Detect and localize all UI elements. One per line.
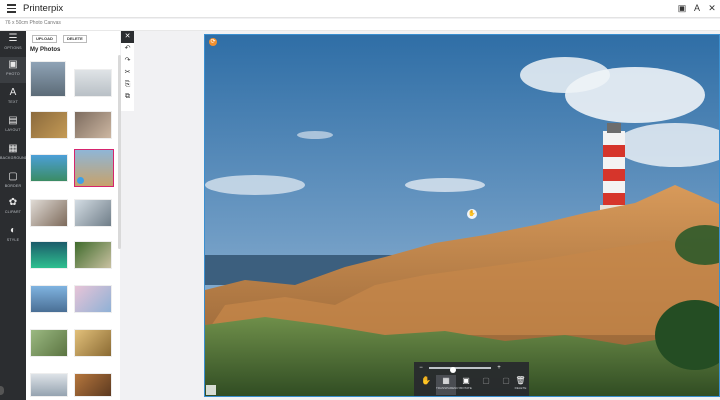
options-icon: ☰ [8,33,18,44]
toolbar-item-label: Rotate [460,386,472,390]
product-bar: 76 x 50cm Photo Canvas [0,19,720,31]
rail-item-backgrounds[interactable]: ▦ Backgrounds [0,141,31,167]
copy-icon[interactable]: ⎘ [121,79,134,91]
photo-thumbnail[interactable] [30,111,68,139]
photo-thumbnail[interactable] [30,329,68,357]
image-icon[interactable]: ▣ [677,3,687,14]
style-icon: ◐ [9,225,17,236]
upload-button[interactable]: UPLOAD [32,35,57,43]
rail-item-label: Layout [5,128,21,132]
photo-canvas[interactable]: ⟳ ✋ [204,34,720,397]
rail-item-label: Options [4,46,22,50]
redo-icon[interactable]: ↷ [121,55,134,67]
zoom-out-icon[interactable]: − [417,364,425,372]
zoom-control: − + [417,364,527,373]
zoom-slider[interactable] [429,367,491,373]
border-icon: ▢ [8,171,18,182]
delete-button[interactable]: DELETE [63,35,87,43]
left-rail: ☰ Options ▣ Photo A Text ▤ Layout ▦ Back… [0,31,31,400]
duplicate-icon[interactable]: ⧉ [121,91,134,103]
rotate-icon: ▣ [462,376,470,385]
arrange-button[interactable]: ▢ [476,375,496,395]
tools-icon[interactable]: ✕ [707,3,717,14]
cut-icon[interactable]: ✂ [121,67,134,79]
brand-title: Printerpix [23,3,64,14]
backgrounds-icon: ▦ [8,143,18,154]
rail-item-label: Backgrounds [0,156,31,160]
photo-thumbnail[interactable] [74,285,112,313]
selected-check-icon [77,177,84,184]
photo-thumbnail[interactable] [30,373,68,397]
photo-thumbnail[interactable] [74,199,112,227]
photo-thumbnail[interactable] [30,154,68,182]
crop-handle[interactable] [206,385,216,395]
square-icon: ▢ [482,376,490,385]
photos-panel: UPLOAD DELETE My Photos [26,31,121,400]
top-right-actions: ▣ A ✕ [677,3,717,14]
rail-item-label: Clipart [4,210,22,214]
edit-tools: ✕ ↶ ↷ ✂ ⎘ ⧉ [121,31,134,111]
grid-icon: ▦ [442,376,450,385]
rail-item-layout[interactable]: ▤ Layout [0,113,26,139]
trash-icon: 🗑 [515,376,526,385]
photo-thumbnail[interactable] [74,241,112,269]
canvas-photo [205,35,719,396]
photo-toolbar: − + ✋ ▦ Transparency ▣ Rotate ▢ ▢ 🗑 Dele… [414,362,529,396]
collapse-handle[interactable] [0,386,4,395]
replace-photo-icon[interactable]: ⟳ [209,38,217,46]
photo-thumbnail[interactable] [74,373,112,397]
photo-icon: ▣ [8,59,18,70]
photo-thumbnail[interactable] [74,329,112,357]
rail-item-border[interactable]: ▢ Border [0,169,26,195]
pan-hand-icon[interactable]: ✋ [467,209,477,219]
photo-thumbnail[interactable] [30,61,66,97]
rail-item-label: Style [6,238,20,242]
rail-item-label: Border [4,184,22,188]
rail-item-clipart[interactable]: ✿ Clipart [0,195,26,221]
zoom-slider-knob[interactable] [450,367,456,373]
rail-item-label: Text [8,100,18,104]
transparency-button[interactable]: ▦ Transparency [436,375,461,395]
photo-thumbnail[interactable] [30,241,68,269]
hand-icon: ✋ [421,376,431,385]
zoom-in-icon[interactable]: + [495,364,503,372]
text-icon: A [9,87,17,98]
undo-icon[interactable]: ↶ [121,43,134,55]
top-bar: Printerpix ▣ A ✕ [0,0,720,18]
photo-thumbnail[interactable] [30,199,68,227]
panel-title: My Photos [30,47,61,53]
rail-item-options[interactable]: ☰ Options [0,31,26,57]
font-icon[interactable]: A [692,3,702,14]
photo-thumbnail[interactable] [74,69,112,97]
toolbar-item-label: Transparency [436,386,461,390]
rotate-button[interactable]: ▣ Rotate [456,375,476,395]
hamburger-icon[interactable] [7,4,16,13]
clipart-icon: ✿ [8,197,18,208]
toolbar-item-label: Delete [514,386,527,390]
layout-icon: ▤ [8,115,18,126]
hand-tool-button[interactable]: ✋ [416,375,436,395]
rail-item-style[interactable]: ◐ Style [0,223,26,249]
close-icon[interactable]: ✕ [121,31,134,43]
photo-thumbnail[interactable] [30,285,68,313]
delete-photo-button[interactable]: 🗑 Delete [512,375,529,395]
photo-thumbnail-selected[interactable] [74,149,114,187]
photo-thumbnail[interactable] [74,111,112,139]
rail-item-photo[interactable]: ▣ Photo [0,57,26,83]
rail-item-text[interactable]: A Text [0,85,26,111]
product-title: 76 x 50cm Photo Canvas [5,20,61,26]
rail-item-label: Photo [6,72,20,76]
